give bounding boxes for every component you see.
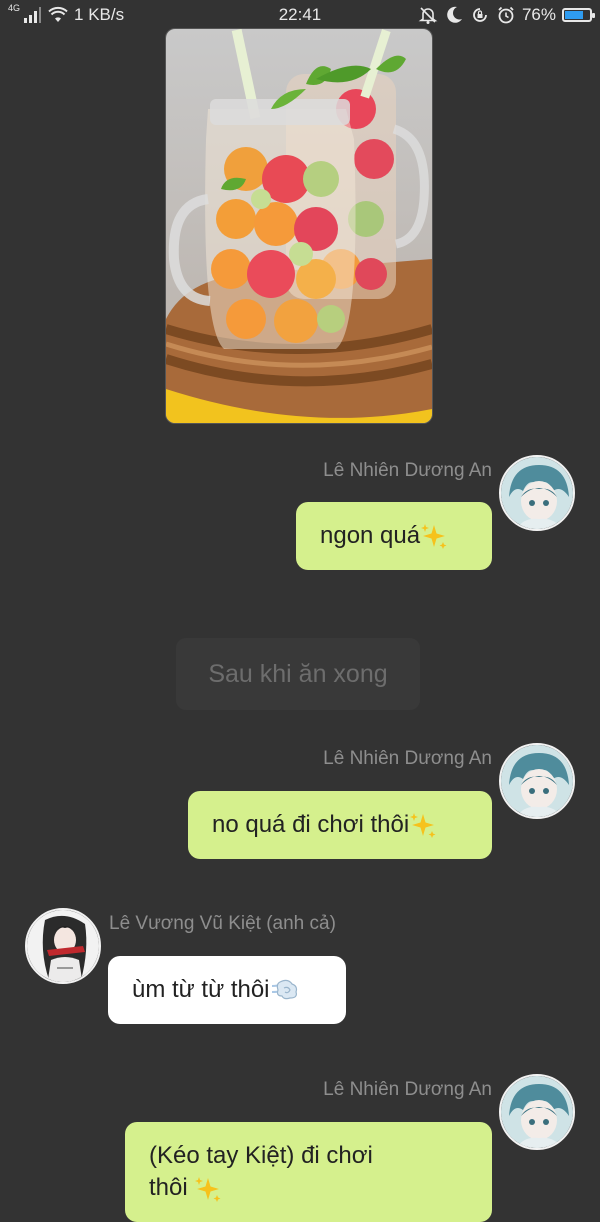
rotation-lock-icon bbox=[473, 8, 487, 22]
sender-name: Lê Nhiên Dương An bbox=[323, 460, 492, 481]
battery-icon bbox=[562, 8, 595, 22]
avatar-anime-man-icon bbox=[27, 910, 99, 982]
narration-note: Sau khi ăn xong bbox=[176, 638, 420, 710]
sender-name: Lê Vương Vũ Kiệt (anh cả) bbox=[109, 913, 336, 934]
message-bubble[interactable]: ngon quá bbox=[296, 502, 492, 570]
sparkles-icon bbox=[195, 1176, 221, 1202]
avatar-anime-boy-icon bbox=[501, 1076, 573, 1148]
battery-percent: 76% bbox=[521, 5, 556, 24]
dash-icon bbox=[271, 979, 297, 1000]
sender-name: Lê Nhiên Dương An bbox=[323, 748, 492, 769]
message-text: ngon quá bbox=[320, 522, 421, 549]
avatar[interactable] bbox=[499, 1074, 575, 1150]
sparkles-icon bbox=[421, 524, 447, 549]
message-text: no quá đi chơi thôi bbox=[212, 811, 410, 838]
melon-drink-photo bbox=[166, 29, 432, 423]
sender-name: Lê Nhiên Dương An bbox=[323, 1079, 492, 1100]
moon-icon bbox=[447, 6, 462, 23]
avatar-anime-boy-icon bbox=[501, 745, 573, 817]
message-text-line2: thôi bbox=[149, 1174, 188, 1201]
sparkles-icon bbox=[410, 813, 436, 838]
alarm-icon bbox=[498, 6, 514, 24]
bell-off-icon bbox=[418, 7, 438, 24]
message-text: ùm từ từ thôi bbox=[132, 976, 270, 1003]
message-text-line1: (Kéo tay Kiệt) đi chơi bbox=[149, 1142, 373, 1169]
avatar-anime-boy-icon bbox=[501, 457, 573, 529]
message-bubble[interactable]: ùm từ từ thôi bbox=[108, 956, 346, 1024]
avatar[interactable] bbox=[499, 455, 575, 531]
avatar[interactable] bbox=[25, 908, 101, 984]
avatar[interactable] bbox=[499, 743, 575, 819]
shared-photo[interactable] bbox=[165, 28, 433, 424]
message-bubble[interactable]: (Kéo tay Kiệt) đi chơi thôi bbox=[125, 1122, 492, 1222]
message-bubble[interactable]: no quá đi chơi thôi bbox=[188, 791, 492, 859]
